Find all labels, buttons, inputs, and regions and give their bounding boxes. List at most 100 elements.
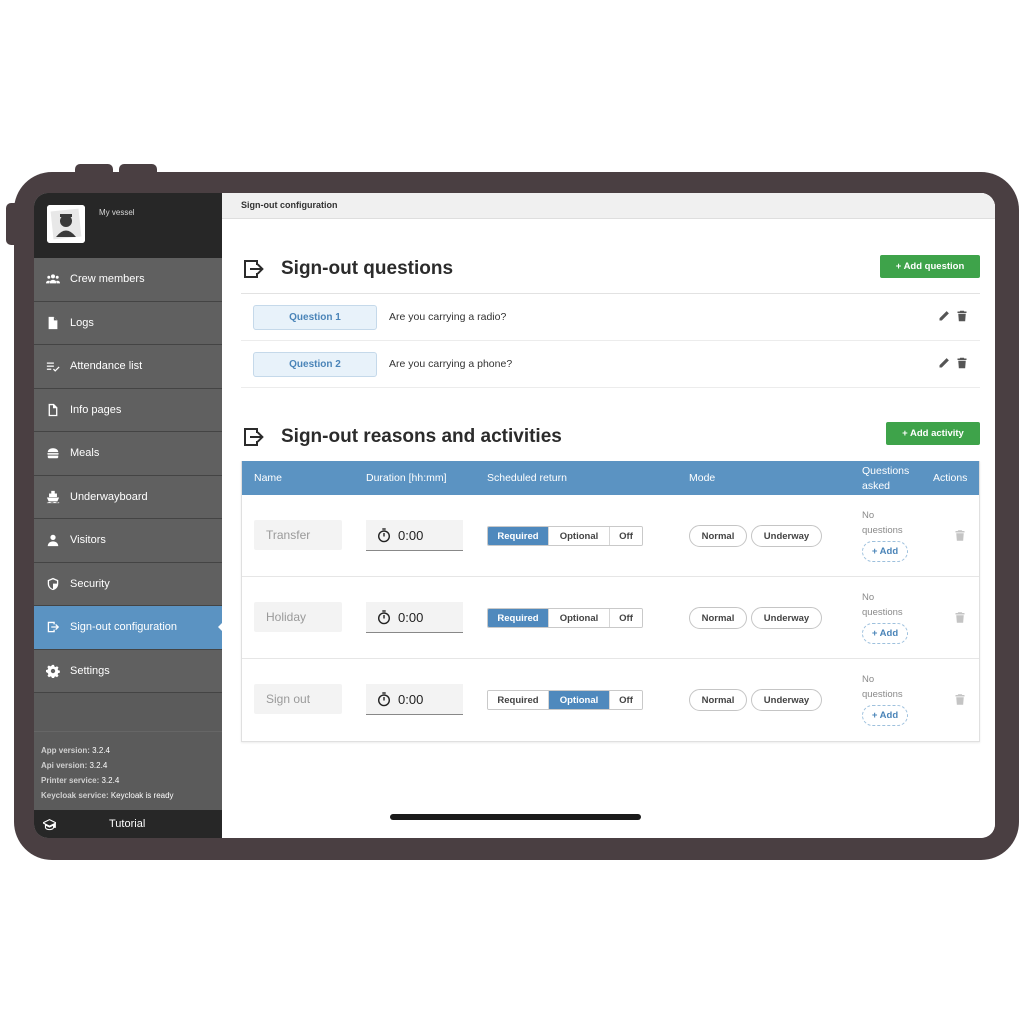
sidebar-item-label: Attendance list <box>70 360 143 373</box>
table-header: Name Duration [hh:mm] Scheduled return M… <box>242 461 979 495</box>
list-item: Question 1 Are you carrying a radio? <box>241 294 980 341</box>
sidebar-item-label: Logs <box>70 316 94 329</box>
ship-icon <box>34 490 70 504</box>
sidebar-item-label: Crew members <box>70 273 145 286</box>
question-actions <box>938 357 968 369</box>
mode-underway-chip[interactable]: Underway <box>751 689 822 711</box>
activities-section-title: Sign-out reasons and activities <box>281 426 562 447</box>
column-questions-asked: Questions asked <box>862 465 910 492</box>
sidebar-item-crew-members[interactable]: Crew members <box>34 258 222 302</box>
questions-section-header: Sign-out questions <box>241 257 453 281</box>
tablet-screen: My vessel Crew members Logs Attendance l… <box>34 193 995 838</box>
delete-activity-button[interactable] <box>954 693 966 711</box>
sign-out-icon <box>244 428 264 446</box>
keycloak-status: Keycloak service: Keycloak is ready <box>41 791 174 800</box>
add-question-chip[interactable]: + Add <box>862 705 908 726</box>
off-option[interactable]: Off <box>610 609 642 627</box>
pencil-icon[interactable] <box>938 310 950 322</box>
table-row: Holiday 0:00 Required Optional Off Norma… <box>242 577 979 659</box>
trash-icon[interactable] <box>956 310 968 322</box>
sidebar-item-underwayboard[interactable]: Underwayboard <box>34 475 222 519</box>
mode-normal-chip[interactable]: Normal <box>689 689 747 711</box>
sidebar-item-security[interactable]: Security <box>34 562 222 606</box>
stopwatch-icon <box>377 528 391 543</box>
add-question-chip[interactable]: + Add <box>862 623 908 644</box>
tutorial-button[interactable]: Tutorial <box>34 810 222 838</box>
optional-option[interactable]: Optional <box>549 609 610 627</box>
sidebar-item-visitors[interactable]: Visitors <box>34 519 222 563</box>
people-icon <box>34 272 70 286</box>
sidebar-item-label: Settings <box>70 664 110 677</box>
activity-name-field[interactable]: Holiday <box>254 602 342 632</box>
optional-option[interactable]: Optional <box>549 527 610 545</box>
add-question-chip[interactable]: + Add <box>862 541 908 562</box>
required-option[interactable]: Required <box>488 691 549 709</box>
sign-out-icon <box>34 620 70 634</box>
sidebar-item-attendance-list[interactable]: Attendance list <box>34 345 222 389</box>
sign-out-icon <box>244 260 264 278</box>
printer-version: Printer service: 3.2.4 <box>41 776 120 785</box>
add-question-button[interactable]: + Add question <box>880 255 980 278</box>
duration-value: 0:00 <box>398 691 424 707</box>
activity-name-field[interactable]: Transfer <box>254 520 342 550</box>
questions-section-title: Sign-out questions <box>281 258 454 279</box>
question-text: Are you carrying a radio? <box>389 311 507 323</box>
no-questions-text: No questions <box>862 592 903 618</box>
sidebar-item-info-pages[interactable]: Info pages <box>34 388 222 432</box>
column-mode: Mode <box>689 472 716 484</box>
add-activity-button[interactable]: + Add activity <box>886 422 980 445</box>
duration-field[interactable]: 0:00 <box>366 602 463 633</box>
required-option[interactable]: Required <box>488 609 549 627</box>
mode-underway-chip[interactable]: Underway <box>751 525 822 547</box>
off-option[interactable]: Off <box>610 691 642 709</box>
sidebar-item-label: Security <box>70 577 110 590</box>
page-title: Sign-out configuration <box>222 193 995 219</box>
column-name: Name <box>254 472 283 484</box>
duration-value: 0:00 <box>398 527 424 543</box>
off-option[interactable]: Off <box>610 527 642 545</box>
file-icon <box>34 316 70 330</box>
sidebar-item-label: Info pages <box>70 403 122 416</box>
no-questions-text: No questions <box>862 674 903 700</box>
questions-list: Question 1 Are you carrying a radio? Que… <box>241 293 980 388</box>
stopwatch-icon <box>377 610 391 625</box>
duration-field[interactable]: 0:00 <box>366 684 463 715</box>
tutorial-label: Tutorial <box>109 818 146 830</box>
list-item: Question 2 Are you carrying a phone? <box>241 341 980 388</box>
api-version: Api version: 3.2.4 <box>41 761 108 770</box>
vessel-avatar[interactable] <box>47 205 85 243</box>
mode-underway-chip[interactable]: Underway <box>751 607 822 629</box>
home-indicator <box>390 814 641 820</box>
stopwatch-icon <box>377 692 391 707</box>
shield-icon <box>34 577 70 591</box>
sidebar-item-logs[interactable]: Logs <box>34 301 222 345</box>
no-questions-text: No questions <box>862 510 903 536</box>
duration-value: 0:00 <box>398 609 424 625</box>
table-row: Transfer 0:00 Required Optional Off Norm… <box>242 495 979 577</box>
pencil-icon[interactable] <box>938 357 950 369</box>
scheduled-return-toggle: Required Optional Off <box>487 690 643 710</box>
sidebar-item-sign-out-configuration[interactable]: Sign-out configuration <box>34 606 223 650</box>
duration-field[interactable]: 0:00 <box>366 520 463 551</box>
optional-option[interactable]: Optional <box>549 691 610 709</box>
page-icon <box>34 403 70 417</box>
activity-name-field[interactable]: Sign out <box>254 684 342 714</box>
burger-icon <box>34 446 70 460</box>
question-text: Are you carrying a phone? <box>389 358 513 370</box>
trash-icon[interactable] <box>956 357 968 369</box>
column-actions: Actions <box>933 472 968 484</box>
required-option[interactable]: Required <box>488 527 549 545</box>
sidebar-item-meals[interactable]: Meals <box>34 432 222 476</box>
mode-normal-chip[interactable]: Normal <box>689 607 747 629</box>
delete-activity-button[interactable] <box>954 529 966 547</box>
sidebar-item-settings[interactable]: Settings <box>34 649 222 693</box>
main-content: Sign-out configuration Sign-out question… <box>222 193 995 838</box>
scheduled-return-toggle: Required Optional Off <box>487 526 643 546</box>
activities-section-header: Sign-out reasons and activities <box>241 425 562 449</box>
activities-table: Name Duration [hh:mm] Scheduled return M… <box>241 461 980 742</box>
delete-activity-button[interactable] <box>954 611 966 629</box>
sidebar-item-label: Visitors <box>70 534 106 547</box>
question-badge: Question 2 <box>253 351 377 377</box>
mode-normal-chip[interactable]: Normal <box>689 525 747 547</box>
trash-icon <box>955 694 965 705</box>
